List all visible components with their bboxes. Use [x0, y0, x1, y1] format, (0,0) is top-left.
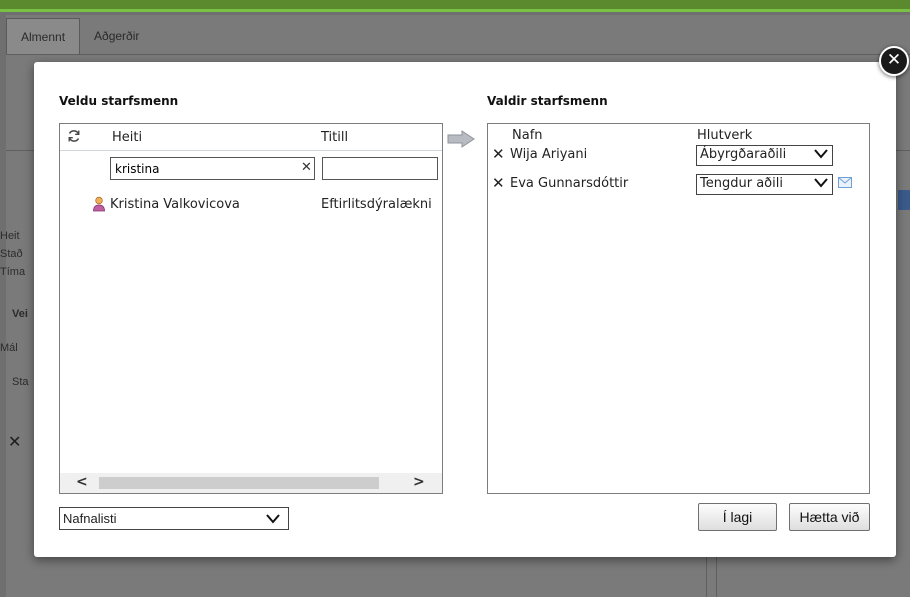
list-item[interactable]: Kristina Valkovicova Eftirlitsdýralækni [60, 192, 442, 218]
source-value: Nafnalisti [63, 511, 117, 526]
bg-label: Stað [0, 248, 23, 260]
column-header-title[interactable]: Titill [321, 130, 348, 145]
close-icon: ✕ [886, 50, 902, 70]
bg-label: Tíma [0, 266, 26, 278]
role-value: Ábyrgðaraðili [700, 147, 787, 162]
tab-almennt[interactable]: Almennt [6, 18, 81, 54]
scroll-left-icon[interactable]: < [76, 474, 88, 490]
employee-list: Heiti Titill ✕ Kristina Valkovicova Efti… [59, 123, 443, 494]
bg-label: Mál [0, 342, 18, 354]
divider [6, 54, 910, 55]
title-filter-input[interactable] [322, 157, 438, 180]
source-select[interactable]: Nafnalisti [59, 507, 289, 530]
role-value: Tengdur aðili [700, 176, 783, 191]
name-filter-input[interactable] [110, 157, 315, 180]
cancel-button[interactable]: Hætta við [789, 503, 870, 531]
person-icon [92, 196, 106, 212]
mail-icon[interactable] [838, 177, 852, 188]
remove-icon[interactable]: ✕ [492, 176, 505, 191]
tab-adgerdir[interactable]: Aðgerðir [80, 18, 153, 54]
bg-remove-icon: ✕ [8, 432, 22, 451]
selected-name: Eva Gunnarsdóttir [510, 176, 629, 191]
close-dialog-button[interactable]: ✕ [879, 46, 909, 76]
role-select[interactable]: Ábyrgðaraðili [696, 145, 833, 166]
selected-row: ✕ Eva Gunnarsdóttir Tengdur aðili [488, 174, 869, 196]
refresh-icon[interactable] [67, 129, 81, 143]
right-panel-title: Valdir starfsmenn [487, 94, 608, 108]
ok-button[interactable]: Í lagi [698, 503, 777, 531]
divider [896, 150, 910, 151]
background-tabs: Almennt Aðgerðir [6, 18, 153, 54]
column-header-name[interactable]: Heiti [112, 130, 142, 145]
selected-row: ✕ Wija Ariyani Ábyrgðaraðili [488, 145, 869, 167]
remove-icon[interactable]: ✕ [492, 147, 505, 162]
chevron-down-icon [814, 148, 828, 160]
left-panel-title: Veldu starfsmenn [59, 94, 179, 108]
selected-employees-list: Nafn Hlutverk ✕ Wija Ariyani Ábyrgðaraði… [487, 123, 870, 494]
chevron-down-icon [266, 513, 280, 525]
bg-label: Sta [12, 376, 29, 388]
clear-filter-icon[interactable]: ✕ [301, 160, 312, 175]
bg-accent [898, 190, 910, 210]
chevron-down-icon [814, 177, 828, 189]
employee-title: Eftirlitsdýralækni [321, 197, 432, 212]
employee-name: Kristina Valkovicova [110, 197, 240, 212]
scroll-right-icon[interactable]: > [413, 474, 425, 490]
horizontal-scrollbar[interactable]: < > [60, 473, 442, 493]
selected-name: Wija Ariyani [510, 147, 588, 162]
scrollbar-thumb[interactable] [99, 477, 379, 489]
divider [706, 557, 707, 597]
bg-label: Vei [12, 308, 28, 320]
bg-label: Heit [0, 230, 20, 242]
column-header-role: Hlutverk [697, 128, 753, 143]
move-right-arrow-icon[interactable] [447, 130, 475, 148]
app-top-bar [0, 0, 910, 12]
role-select[interactable]: Tengdur aðili [696, 174, 833, 195]
column-header-nafn: Nafn [512, 128, 543, 143]
divider [716, 557, 717, 597]
list-header: Heiti Titill [60, 124, 442, 151]
divider [6, 150, 34, 151]
